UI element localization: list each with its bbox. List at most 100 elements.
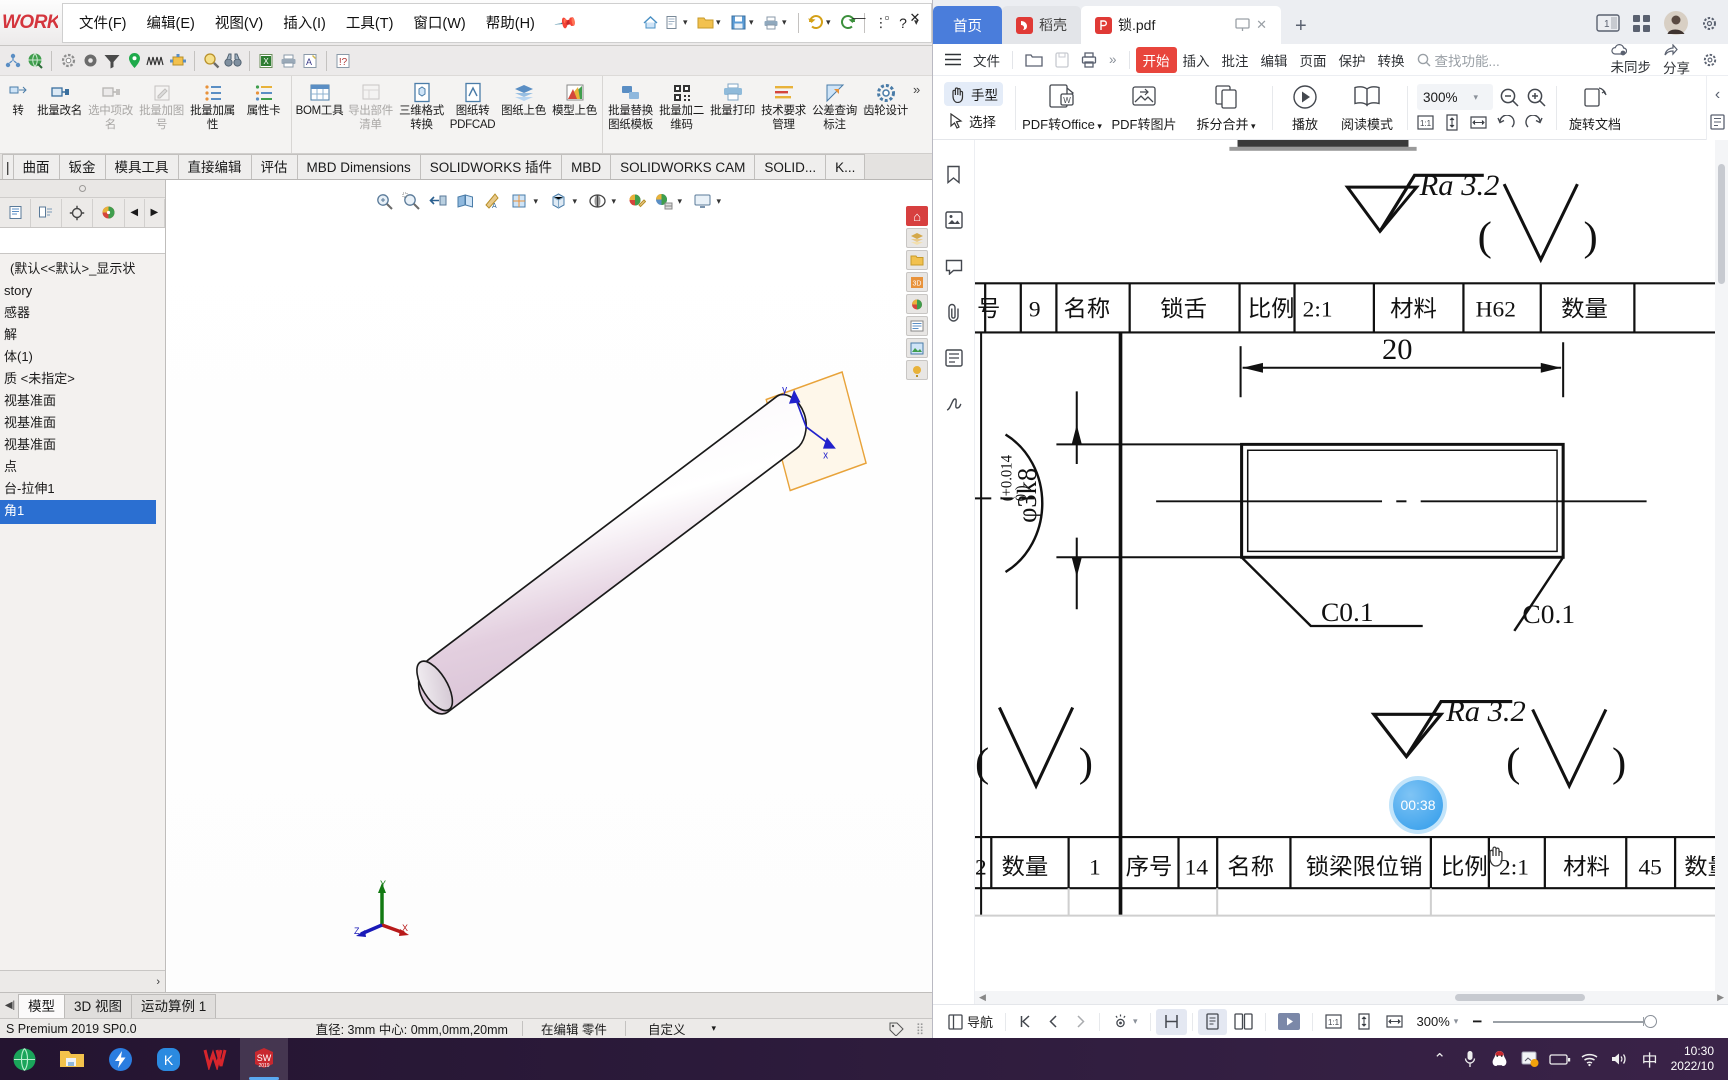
tab-docer[interactable]: 稻壳 — [1002, 6, 1081, 44]
zoom-slider[interactable] — [1493, 1015, 1658, 1028]
menu-help[interactable]: 帮助(H) — [476, 8, 545, 37]
maximize-button[interactable]: ▫ — [874, 8, 900, 30]
new-document-icon[interactable] — [661, 12, 683, 34]
edit-appearance-icon[interactable] — [624, 189, 650, 213]
thumbnail-icon[interactable] — [941, 208, 967, 232]
ribbon-selected-rename[interactable]: 选中项改名 — [85, 76, 136, 153]
file-explorer-icon[interactable] — [906, 250, 928, 270]
signature-icon[interactable] — [941, 392, 967, 416]
ribbon-batch-add-property[interactable]: 批量加属性 — [187, 76, 238, 153]
chevron-down-icon[interactable]: ▾ — [534, 196, 545, 207]
print-icon[interactable] — [1075, 49, 1103, 71]
chevron-down-icon[interactable]: ▾ — [1133, 1016, 1138, 1027]
page-count-icon[interactable]: 1 — [1596, 14, 1620, 32]
pdf-to-image-button[interactable]: PDF转图片 — [1103, 82, 1185, 133]
ribbon-tab-protect[interactable]: 保护 — [1333, 47, 1372, 73]
scroll-left-arrow[interactable]: ◀ — [975, 992, 990, 1003]
tree-collapse-handle[interactable] — [0, 180, 165, 198]
tag-icon[interactable] — [879, 1022, 914, 1036]
panel-toggle-icon[interactable] — [1710, 114, 1725, 130]
graphics-viewport[interactable]: A ▾ ▾ ▾ ▾ ▾ ⌂ 3D x y Y X Z — [166, 180, 932, 992]
cmdtab-mbd-dimensions[interactable]: MBD Dimensions — [296, 154, 421, 179]
chevron-down-icon[interactable]: ▾ — [1454, 1016, 1459, 1027]
tree-search-input[interactable] — [0, 228, 165, 254]
menu-icon[interactable] — [939, 50, 967, 69]
chevron-down-icon[interactable]: ▾ — [749, 17, 760, 28]
feature-tree-icon[interactable] — [0, 198, 32, 227]
chevron-down-icon[interactable]: ▾ — [683, 17, 694, 28]
hide-show-icon[interactable] — [546, 189, 572, 213]
taskbar-wps-icon[interactable] — [192, 1038, 240, 1080]
share-button[interactable]: 分享 — [1657, 40, 1696, 80]
microphone-icon[interactable] — [1455, 1038, 1485, 1080]
tree-row[interactable]: (默认<<默认>_显示状 — [0, 258, 165, 280]
cmdtab-k-more[interactable]: K... — [825, 154, 866, 179]
recording-timer-badge[interactable]: 00:38 — [1393, 780, 1443, 830]
attachment-icon[interactable] — [941, 300, 967, 324]
chevron-down-icon[interactable]: ▾ — [1095, 121, 1102, 131]
ribbon-tolerance-query[interactable]: 公差查询标注 — [809, 76, 860, 153]
custom-properties-icon[interactable] — [906, 316, 928, 336]
ribbon-bom-tools[interactable]: BOM工具 — [294, 76, 345, 153]
resize-grip[interactable]: ⣿ — [914, 1022, 932, 1035]
toolbar-overflow[interactable]: » — [1103, 49, 1123, 70]
chevron-down-icon[interactable]: ▾ — [573, 196, 584, 207]
single-page-button[interactable] — [1197, 1008, 1227, 1035]
cylinder-model[interactable]: x y — [167, 180, 932, 992]
bottom-tabs-prev[interactable]: ◀| — [2, 994, 18, 1018]
display-monitor-icon[interactable] — [690, 189, 716, 213]
open-icon[interactable] — [1019, 49, 1049, 71]
chevron-down-icon[interactable]: ▾ — [782, 17, 793, 28]
split-merge-button[interactable]: 拆分合并 ▾ — [1185, 82, 1267, 133]
ribbon-property-card[interactable]: 属性卡 — [238, 76, 289, 153]
bookmark-icon[interactable] — [941, 162, 967, 186]
zoom-area-icon[interactable] — [399, 189, 425, 213]
tab-3dview[interactable]: 3D 视图 — [64, 994, 133, 1018]
config-manager-icon[interactable] — [62, 198, 94, 227]
settings-gear-icon[interactable] — [1701, 15, 1718, 32]
actual-size-button[interactable]: 1:1 — [1318, 1009, 1349, 1035]
eye-protect-button[interactable]: ▾ — [1105, 1009, 1145, 1035]
cmdtab-evaluate[interactable]: 评估 — [250, 154, 298, 179]
cmdtab-sheetmetal[interactable]: 钣金 — [58, 154, 106, 179]
pdf-page-canvas[interactable]: Ra 3.2 ( ) 号 9 名称 锁舌 比例 2:1 材料 H62 数量 20… — [975, 140, 1728, 1004]
printer-icon[interactable] — [277, 50, 299, 72]
volume-icon[interactable] — [1605, 1038, 1635, 1080]
tree-row-selected[interactable]: 角1 — [0, 500, 156, 522]
ribbon-tab-page[interactable]: 页面 — [1294, 47, 1333, 73]
undo-icon[interactable] — [804, 12, 826, 34]
ribbon-tab-insert[interactable]: 插入 — [1177, 47, 1216, 73]
tab-motion-study[interactable]: 运动算例 1 — [131, 994, 217, 1018]
ribbon-tab-convert[interactable]: 转换 — [1372, 47, 1411, 73]
3dcontent-icon[interactable]: 3D — [906, 272, 928, 292]
chevron-down-icon[interactable]: ▾ — [716, 17, 727, 28]
chevron-down-icon[interactable]: ▾ — [678, 196, 689, 207]
present-icon[interactable] — [1235, 18, 1250, 32]
globe-icon[interactable] — [24, 50, 46, 72]
zoom-out-button[interactable] — [1499, 87, 1520, 108]
fit-page-button[interactable] — [1349, 1009, 1379, 1035]
prev-page-button[interactable] — [1040, 1009, 1067, 1035]
previous-view-icon[interactable] — [426, 189, 452, 213]
menu-view[interactable]: 视图(V) — [205, 8, 273, 37]
chevron-down-icon[interactable]: ▾ — [1474, 92, 1479, 103]
fit-width-button[interactable] — [1379, 1009, 1410, 1035]
menu-insert[interactable]: 插入(I) — [273, 8, 336, 37]
view-orientation-icon[interactable]: A — [480, 189, 506, 213]
tree-row[interactable]: 视基准面 — [0, 434, 165, 456]
ime-indicator[interactable]: 中 — [1635, 1038, 1665, 1080]
ribbon-replace-template[interactable]: 批量替换图纸模板 — [605, 76, 656, 153]
tab-model[interactable]: 模型 — [18, 994, 65, 1018]
binoculars-icon[interactable] — [222, 50, 244, 72]
open-folder-icon[interactable] — [694, 12, 716, 34]
pdf-horizontal-scrollbar[interactable]: ◀ ▶ — [975, 991, 1728, 1004]
new-tab-button[interactable]: + — [1281, 15, 1321, 44]
cmdtab-sw-addins[interactable]: SOLIDWORKS 插件 — [419, 154, 563, 179]
tree-row[interactable]: 感器 — [0, 302, 165, 324]
rotate-left-icon[interactable] — [1497, 114, 1515, 131]
cmdtab-surface[interactable]: 曲面 — [12, 154, 60, 179]
close-button[interactable]: ✕ — [902, 8, 928, 30]
menu-edit[interactable]: 编辑(E) — [137, 8, 205, 37]
cmdtab-moldtools[interactable]: 模具工具 — [104, 154, 179, 179]
text-annotate-icon[interactable]: A — [299, 50, 321, 72]
